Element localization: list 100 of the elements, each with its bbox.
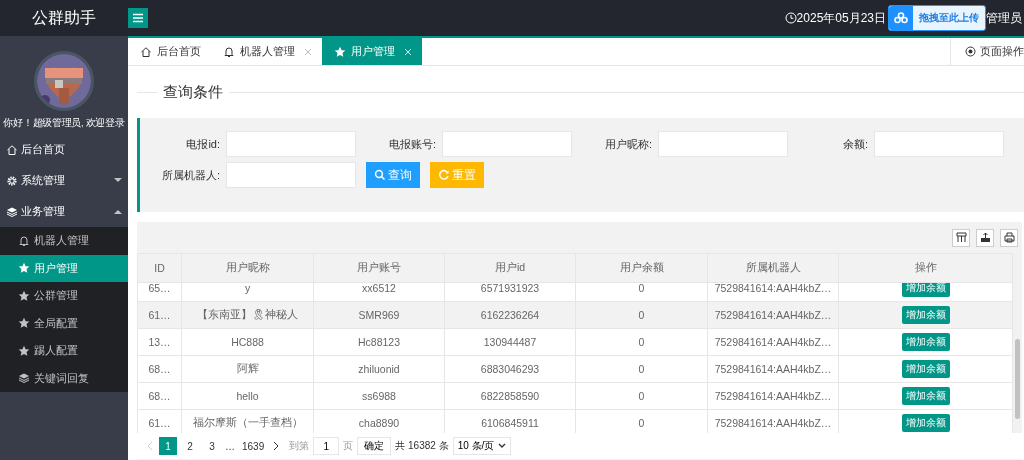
table-cell: 0 xyxy=(575,283,708,302)
table-cell: 0 xyxy=(575,409,708,433)
add-balance-button[interactable]: 增加余额 xyxy=(901,360,950,378)
column-header: 所属机器人 xyxy=(707,253,839,283)
page-unit: 页 xyxy=(343,439,354,453)
layers-icon xyxy=(6,205,18,218)
sidebar-subitem[interactable]: 关键词回复 xyxy=(0,364,128,392)
table-cell: 65… xyxy=(137,283,182,302)
add-balance-button[interactable]: 增加余额 xyxy=(901,333,950,351)
columns-icon[interactable] xyxy=(952,228,970,247)
table-cell: 6106845911 xyxy=(444,409,576,433)
field-label: 用户昵称: xyxy=(603,136,652,152)
sidebar-item[interactable]: 后台首页 xyxy=(0,134,128,165)
sidebar-item[interactable]: 系统管理 xyxy=(0,165,128,196)
caret-icon xyxy=(498,443,507,449)
table-cell: 68… xyxy=(137,355,182,383)
sidebar-subitem[interactable]: 用户管理 xyxy=(0,254,128,282)
table-cell: 7529841614:AAH4kbZ… xyxy=(707,409,839,433)
table-cell: y xyxy=(181,283,314,302)
star-icon xyxy=(18,289,30,302)
table-cell: 6822858590 xyxy=(444,382,576,410)
input-field[interactable] xyxy=(442,131,572,157)
caret-icon xyxy=(114,209,122,214)
field-label: 电报账号: xyxy=(387,136,436,152)
table-cell: cha8890 xyxy=(313,409,445,433)
sidebar-subitem[interactable]: 公群管理 xyxy=(0,282,128,310)
table-cell: 福尔摩斯（一手查档） xyxy=(181,409,314,433)
page-input[interactable]: 1 xyxy=(313,437,340,455)
date-text: 2025年05月23日 xyxy=(796,9,886,27)
page-button[interactable]: 2 xyxy=(181,437,199,455)
table-cell: 0 xyxy=(575,355,708,383)
page-ellipsis: … xyxy=(225,440,235,452)
star-icon xyxy=(18,344,30,357)
sidebar-subitem[interactable]: 机器人管理 xyxy=(0,227,128,255)
goto-label: 到第 xyxy=(289,439,310,453)
menu-button[interactable] xyxy=(128,8,148,28)
confirm-button[interactable]: 确定 xyxy=(357,437,392,455)
star-icon xyxy=(18,317,30,330)
bell-icon xyxy=(18,234,30,247)
column-header: 用户昵称 xyxy=(181,253,314,283)
table-cell: 6162236264 xyxy=(444,301,576,329)
input-field[interactable] xyxy=(226,131,356,157)
input-field[interactable] xyxy=(226,162,356,188)
column-header: 操作 xyxy=(838,253,1013,283)
home-icon xyxy=(6,143,18,156)
app-logo-text: 公群助手 xyxy=(31,7,97,28)
table-cell: 130944487 xyxy=(444,328,576,356)
table-cell: hello xyxy=(181,382,314,410)
page-tab[interactable]: 用户管理 xyxy=(322,38,422,65)
close-icon[interactable] xyxy=(304,47,312,56)
add-balance-button[interactable]: 增加余额 xyxy=(901,387,950,405)
page-button[interactable]: 1 xyxy=(159,437,177,455)
page-operations-menu[interactable]: 页面操作 xyxy=(950,38,1024,65)
table-cell: 6571931923 xyxy=(444,283,576,302)
table-cell: 6883046293 xyxy=(444,355,576,383)
star-icon xyxy=(334,45,346,58)
total-count: 共 16382 条 xyxy=(395,439,449,453)
page-button[interactable]: 3 xyxy=(203,437,221,455)
gear-icon xyxy=(6,174,18,187)
section-title: 查询条件 xyxy=(162,83,224,102)
table-cell: 68… xyxy=(137,382,182,410)
table-cell: SMR969 xyxy=(313,301,445,329)
table-cell: 61… xyxy=(137,301,182,329)
table-cell: HC888 xyxy=(181,328,314,356)
table-cell: Hc88123 xyxy=(313,328,445,356)
previous-icon[interactable] xyxy=(145,441,155,451)
table-cell: 0 xyxy=(575,382,708,410)
layers-icon xyxy=(18,372,30,385)
input-field[interactable] xyxy=(874,131,1004,157)
sidebar-subitem[interactable]: 全局配置 xyxy=(0,309,128,337)
bell-icon xyxy=(223,45,235,58)
upload-badge[interactable]: 拖拽至此上传 xyxy=(888,5,986,31)
sidebar-item[interactable]: 业务管理 xyxy=(0,196,128,227)
add-balance-button[interactable]: 增加余额 xyxy=(901,414,950,432)
field-label: 所属机器人: xyxy=(160,167,220,183)
table-cell: zhiluonid xyxy=(313,355,445,383)
table-cell: xx6512 xyxy=(313,283,445,302)
radio-icon xyxy=(965,46,976,57)
table-cell: 13… xyxy=(137,328,182,356)
print-icon[interactable] xyxy=(1000,228,1018,247)
star-icon xyxy=(18,262,30,275)
search-icon xyxy=(374,169,386,181)
column-header: 用户id xyxy=(444,253,576,283)
input-field[interactable] xyxy=(658,131,788,157)
table-cell: 7529841614:AAH4kbZ… xyxy=(707,355,839,383)
add-balance-button[interactable]: 增加余额 xyxy=(901,283,950,297)
user-name[interactable]: 管理员 xyxy=(986,9,1022,27)
cloud-icon xyxy=(894,12,908,24)
home-icon xyxy=(140,45,152,58)
page-size-select[interactable]: 10 条/页 xyxy=(452,437,512,455)
table-cell: 0 xyxy=(575,328,708,356)
table-cell: 阿辉 xyxy=(181,355,314,383)
table-cell: 【东南亚】🎗神秘人 xyxy=(181,301,314,329)
sidebar-subitem[interactable]: 踢人配置 xyxy=(0,337,128,365)
table-cell: 0 xyxy=(575,301,708,329)
field-label: 余额: xyxy=(841,136,868,152)
export-icon[interactable] xyxy=(976,228,994,247)
add-balance-button[interactable]: 增加余额 xyxy=(901,306,950,324)
page-button[interactable]: 1639 xyxy=(239,437,268,455)
table-cell: 7529841614:AAH4kbZ… xyxy=(707,382,839,410)
